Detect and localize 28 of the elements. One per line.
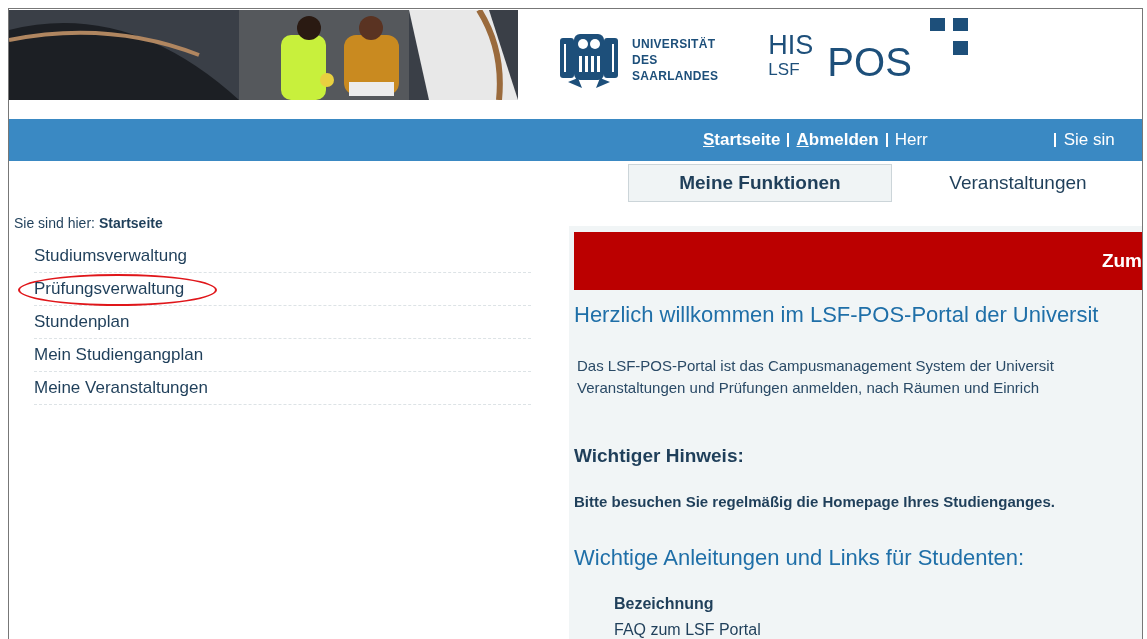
breadcrumb-link[interactable]: Startseite [98, 213, 163, 234]
links-title: Wichtige Anleitungen und Links für Studenten: [574, 544, 1025, 572]
sidebar-link[interactable]: Meine Veranstaltungen [34, 375, 208, 401]
tab[interactable]: Meine Funktionen [628, 164, 892, 202]
sidebar-link[interactable]: Studiumsverwaltung [34, 243, 188, 269]
nav-link[interactable]: Abmelden [796, 127, 879, 153]
user-name: Herr [894, 129, 928, 152]
logo-text: HIS [768, 32, 814, 59]
squares-logo-icon [929, 18, 968, 56]
logo-text: POS [827, 42, 912, 82]
intro-text: Das LSF-POS-Portal ist das Campusmanagement System der Universit [577, 356, 1054, 376]
alert-text: Zum [1101, 248, 1142, 273]
page-title: Herzlich willkommen im LSF-POS-Portal der Universit [574, 301, 1099, 329]
column-header: Bezeichnung [614, 594, 714, 614]
university-name: UNIVERSITÄT [632, 36, 717, 52]
sidebar-link[interactable]: Stundenplan [34, 309, 130, 335]
logo-text: LSF [768, 61, 801, 78]
table-link[interactable]: FAQ zum LSF Portal [614, 620, 761, 639]
intro-text: Veranstaltungen und Prüfungen anmelden, nach Räumen und Einrich [577, 378, 1039, 398]
notice-text: Bitte besuchen Sie regelmäßig die Homepage Ihres Studienganges. [574, 491, 1055, 512]
university-name: SAARLANDES [632, 68, 719, 84]
notice-title: Wichtiger Hinweis: [574, 444, 744, 468]
breadcrumb-label: Sie sind hier: [14, 214, 95, 233]
location-text: Sie sin [1063, 129, 1115, 152]
sidebar-link[interactable]: Prüfungsverwaltung [34, 276, 185, 302]
sidebar-link[interactable]: Mein Studiengangplan [34, 342, 204, 368]
nav-link[interactable]: Startseite [703, 127, 781, 153]
university-name: DES [632, 52, 659, 68]
